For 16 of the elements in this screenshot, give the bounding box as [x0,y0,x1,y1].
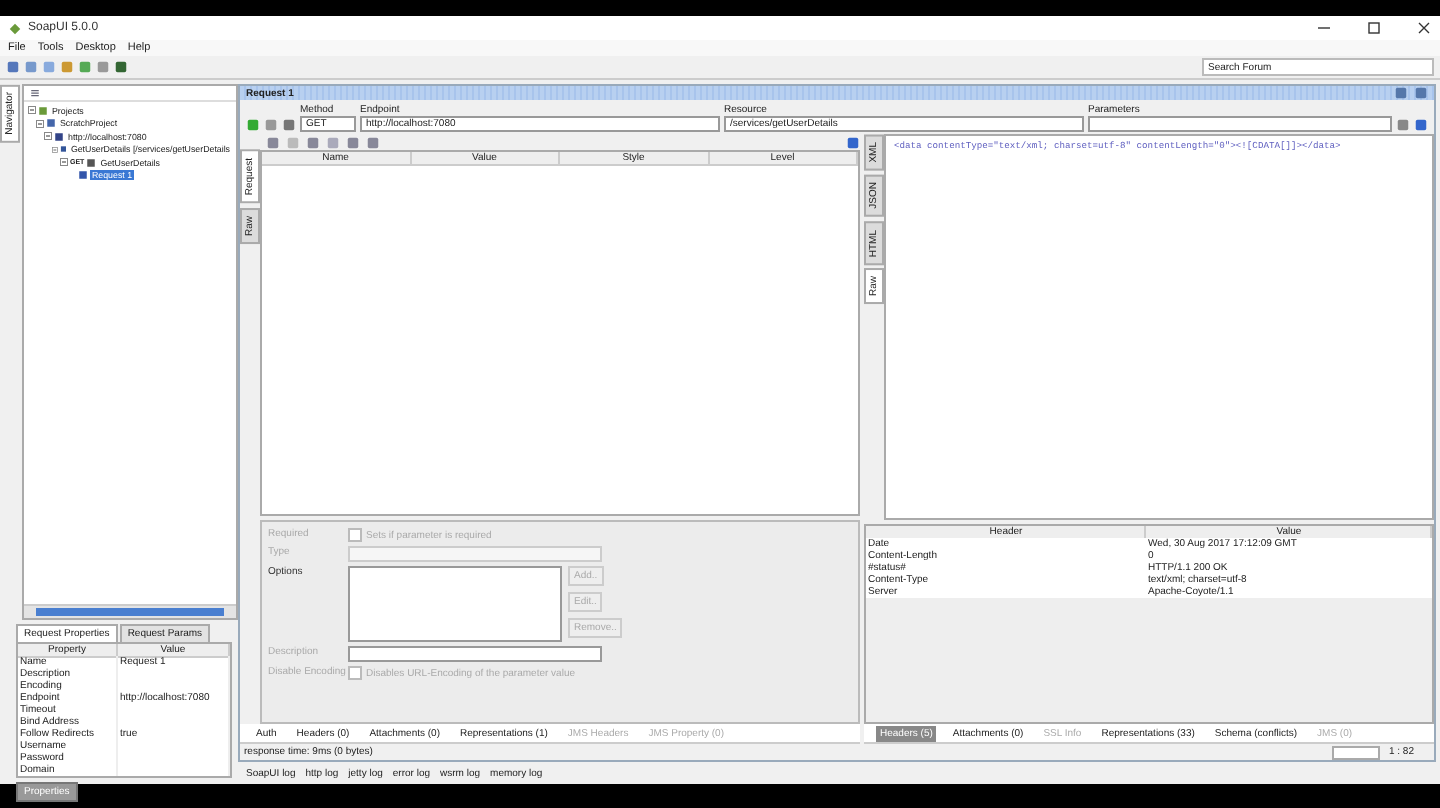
tree-menu-icon[interactable] [30,88,40,98]
app-logo-icon [8,21,22,35]
collapse-icon[interactable] [36,119,44,128]
options-list[interactable] [348,566,562,642]
parameters-field[interactable] [1088,116,1392,132]
collapse-icon[interactable] [44,132,52,141]
collapse-icon[interactable] [28,106,36,115]
type-select[interactable] [348,546,602,562]
required-checkbox[interactable] [348,528,362,542]
encoding-checkbox[interactable] [348,666,362,680]
collapse-icon[interactable] [52,145,58,154]
maximize-icon[interactable] [1366,20,1382,36]
scrollbar-thumb[interactable] [36,608,224,616]
description-field[interactable] [348,646,602,662]
collapse-icon[interactable] [60,158,68,167]
progress-field [1332,745,1381,759]
